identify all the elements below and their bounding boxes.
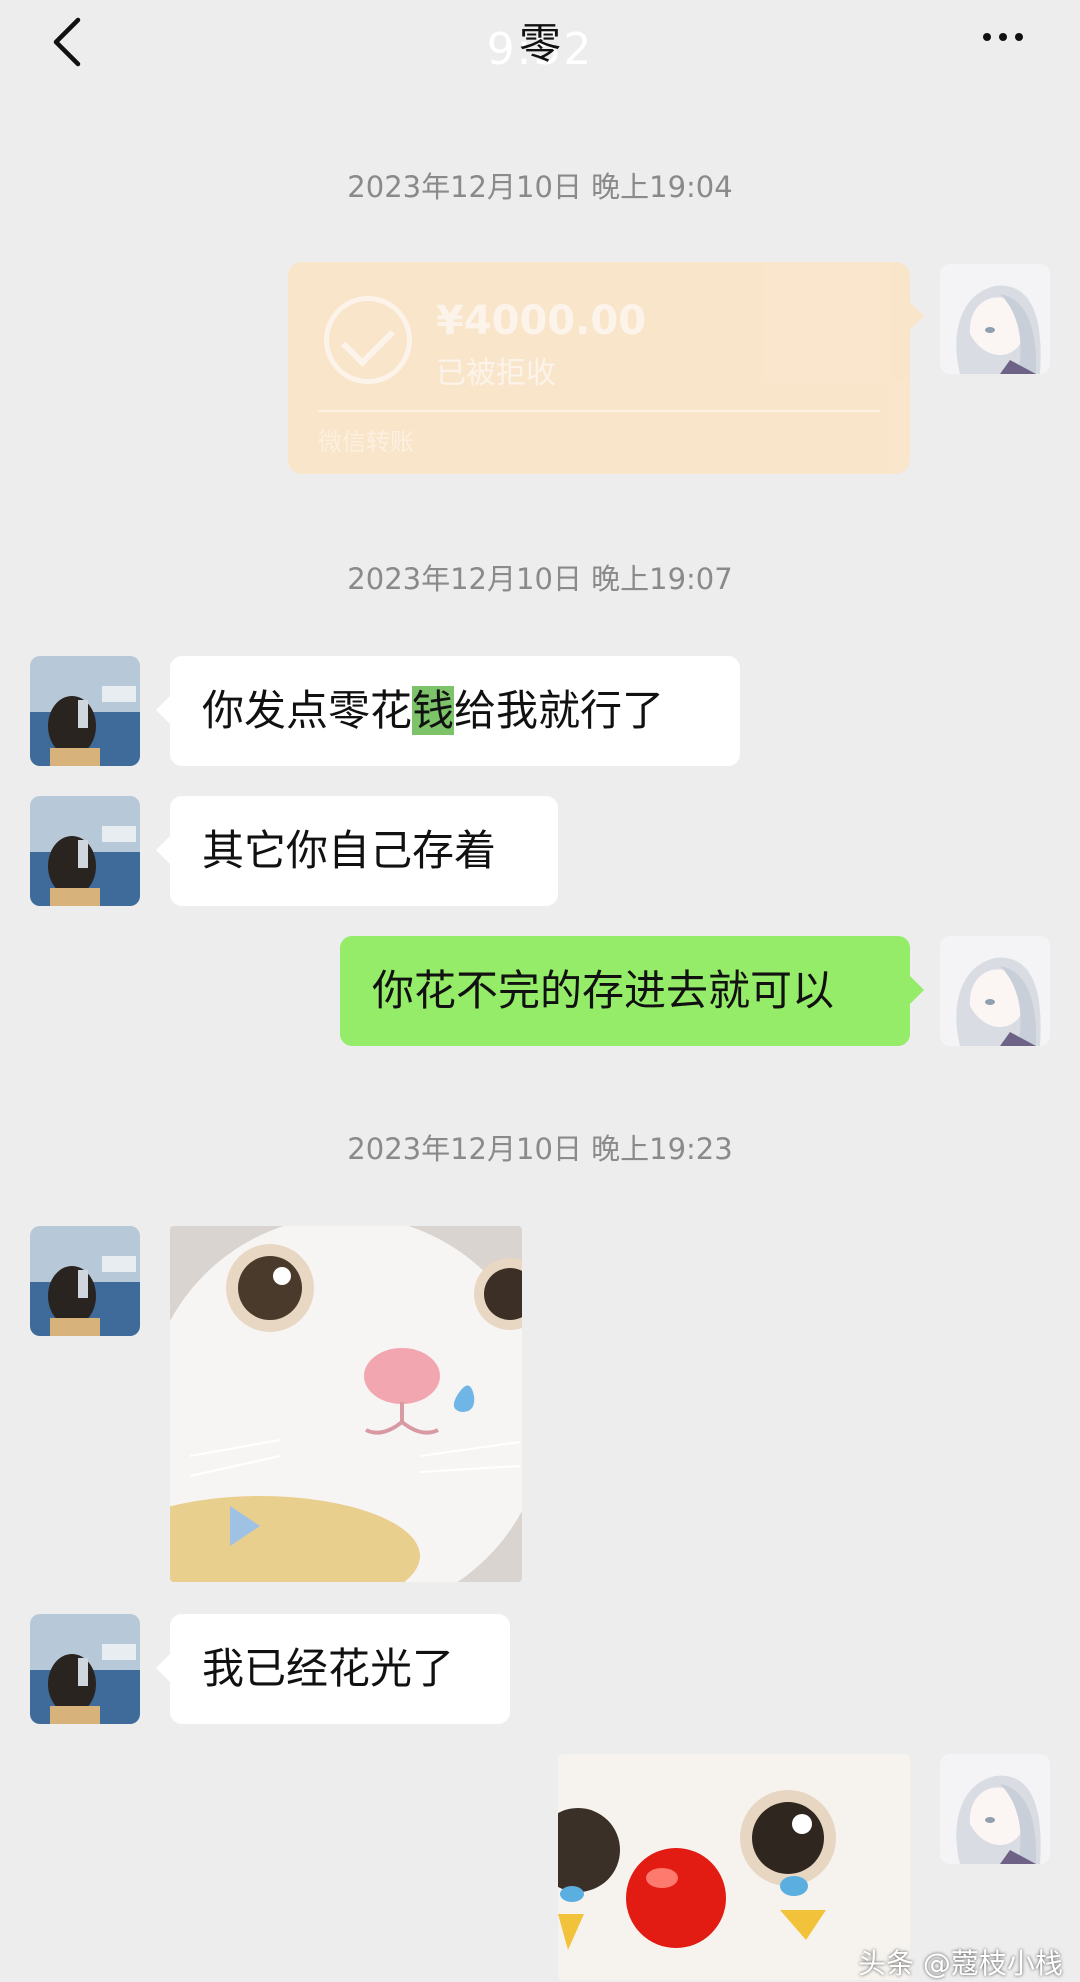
crying-cat-image [170,1226,522,1582]
message-text: 其它你自己存着 [202,826,497,875]
back-button[interactable] [38,12,98,72]
message-text: 给我就行了 [454,686,665,735]
divider [318,410,880,412]
message-bubble-outgoing[interactable]: 你花不完的存进去就可以 [340,936,924,1046]
more-dots-icon [1015,33,1023,41]
timestamp: 2023年12月10日 晚上19:23 [347,1132,733,1166]
photo-avatar-image [30,796,140,906]
more-dots-icon [999,33,1007,41]
photo-avatar-image [30,656,140,766]
transfer-footer: 微信转账 [318,428,414,456]
timestamp: 2023年12月10日 晚上19:04 [347,170,733,204]
photo-avatar-image [30,1226,140,1336]
contact-avatar[interactable] [30,1226,140,1336]
message-text: 你花不完的存进去就可以 [372,966,835,1015]
my-avatar[interactable] [940,936,1050,1046]
timestamp: 2023年12月10日 晚上19:07 [347,562,733,596]
message-text: 我已经花光了 [202,1644,455,1693]
highlighted-text: 钱 [412,686,455,735]
more-button[interactable] [968,22,1038,52]
chat-title: 零 [518,19,561,68]
contact-avatar[interactable] [30,796,140,906]
contact-avatar[interactable] [30,656,140,766]
watermark: 头条 @蔻枝小栈 [858,1947,1063,1980]
message-bubble-incoming[interactable]: 你发点零花钱给我就行了 [156,656,740,766]
anime-avatar-image [940,264,1050,374]
check-circle-icon [324,296,412,384]
transfer-card[interactable]: ¥4000.00 已被拒收 微信转账 [288,262,924,474]
message-bubble-incoming[interactable]: 我已经花光了 [156,1614,510,1724]
more-dots-icon [983,33,991,41]
chevron-left-icon [53,17,81,67]
transfer-status: 已被拒收 [436,356,556,391]
chat-title-area: 9:52 零 [440,6,640,86]
photo-avatar-image [30,1614,140,1724]
transfer-amount: ¥4000.00 [436,298,647,344]
anime-avatar-image [940,1754,1050,1864]
contact-avatar[interactable] [30,1614,140,1724]
anime-avatar-image [940,936,1050,1046]
message-text: 你发点零花 [202,686,413,735]
message-bubble-incoming[interactable]: 其它你自己存着 [156,796,558,906]
my-avatar[interactable] [940,1754,1050,1864]
my-avatar[interactable] [940,264,1050,374]
top-bar: 9:52 零 [0,0,1080,100]
crying-cat-sticker[interactable] [170,1226,522,1582]
